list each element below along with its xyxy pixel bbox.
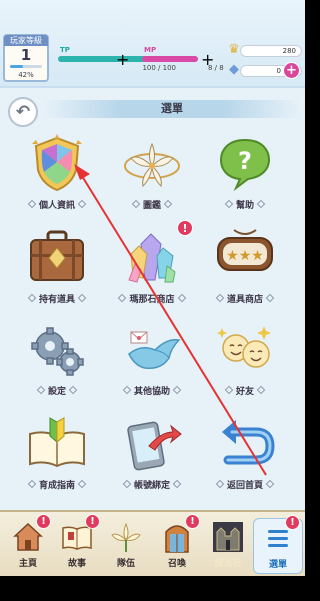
menu-item-help[interactable]: ? 幫助 (200, 132, 290, 224)
coin-value: 280 (240, 45, 302, 57)
crystals-icon (128, 233, 176, 283)
lily-icon (111, 522, 141, 552)
menu-item-account-link[interactable]: 帳號綁定 (107, 412, 197, 504)
notification-badge: ! (85, 514, 100, 529)
notification-badge: ! (285, 515, 300, 530)
notification-badge: ! (185, 514, 200, 529)
phone-link-icon (127, 421, 182, 471)
menu-item-manastone-shop[interactable]: 瑪那石商店 ! (107, 220, 197, 318)
nav-home[interactable]: 主頁 ! (3, 514, 53, 574)
mp-fill (142, 56, 198, 62)
menu-item-settings[interactable]: 設定 (12, 318, 102, 410)
nav-label: 召喚 (167, 559, 186, 569)
castle-icon (213, 522, 243, 552)
back-button[interactable]: ↶ (8, 97, 38, 127)
nav-label: 隊伍 (116, 559, 135, 569)
menu-item-friends[interactable]: 好友 (200, 318, 290, 410)
level-progress-bar (10, 65, 42, 68)
nav-label: 選單 (268, 560, 287, 570)
tp-add-button[interactable]: + (116, 50, 129, 69)
menu-item-label: 設定 (12, 384, 102, 397)
gem-add-button[interactable]: + (283, 62, 300, 79)
menu-item-label: 其他協助 (107, 384, 197, 397)
gears-icon (31, 327, 84, 376)
menu-item-training-guide[interactable]: 育成指南 (12, 412, 102, 504)
level-caption: 玩家等級 (4, 35, 48, 46)
menu-item-return-home[interactable]: 返回首頁 (200, 412, 290, 504)
svg-text:★★★: ★★★ (226, 248, 264, 264)
panel-title: 選單 (44, 100, 300, 118)
coin-counter[interactable]: ♛ 280 (226, 42, 302, 59)
menu-item-label: 瑪那石商店 (107, 292, 197, 305)
menu-item-other-help[interactable]: 其他協助 (107, 318, 197, 410)
menu-item-label: 帳號綁定 (107, 478, 197, 491)
smiley-faces-icon (217, 326, 271, 368)
suitcase-icon (30, 230, 84, 281)
menu-item-gallery[interactable]: 圖鑑 (107, 132, 197, 224)
menu-item-label: 個人資訊 (12, 198, 102, 211)
menu-item-label: 圖鑑 (107, 198, 197, 211)
menu-item-label: 持有道具 (12, 292, 102, 305)
menu-item-label: 好友 (200, 384, 290, 397)
mp-track (142, 56, 198, 62)
mp-add-button[interactable]: + (201, 50, 214, 69)
level-progress-fill (10, 65, 24, 68)
lily-emblem-icon (124, 142, 180, 188)
player-level-badge[interactable]: 玩家等級 1 42% (3, 34, 49, 82)
nav-label: 故事 (67, 559, 86, 569)
menu-panel: ↶ 選單 個人資訊 圖鑑 ? 幫助 持有道具 瑪那石商店 ! ★★★ 道具商店 … (0, 86, 305, 510)
nav-party[interactable]: 隊伍 (101, 518, 151, 574)
nav-label: 魔法石 (214, 559, 242, 569)
question-bubble-icon: ? (219, 138, 271, 192)
bottom-navigation: 主頁 ! 故事 ! 隊伍 召喚 ! 魔法石 選單 ! (0, 510, 305, 576)
nav-magic-stone[interactable]: 魔法石 (203, 518, 253, 574)
bird-letter-icon (128, 331, 181, 370)
menu-item-label: 幫助 (200, 198, 290, 211)
player-level: 1 (20, 46, 32, 64)
guide-book-icon (29, 417, 85, 468)
shield-icon (32, 134, 82, 192)
nav-summon[interactable]: 召喚 ! (152, 514, 202, 574)
menu-item-inventory[interactable]: 持有道具 (12, 226, 102, 318)
status-bar: 玩家等級 1 42% TP 100 / 100 + MP 8 / 8 + ♛ 2… (0, 0, 305, 86)
level-progress-text: 42% (18, 71, 34, 79)
nav-story[interactable]: 故事 ! (52, 514, 102, 574)
mp-label: MP (144, 46, 157, 54)
return-arrow-icon (222, 420, 275, 465)
menu-item-label: 道具商店 (200, 292, 290, 305)
shop-sign-icon: ★★★ (217, 229, 273, 271)
tp-label: TP (60, 46, 70, 54)
menu-item-label: 返回首頁 (200, 478, 290, 491)
svg-text:?: ? (238, 147, 252, 175)
nav-label: 主頁 (18, 559, 37, 569)
menu-item-label: 育成指南 (12, 478, 102, 491)
notification-badge: ! (36, 514, 51, 529)
notification-badge: ! (177, 220, 193, 236)
menu-item-profile[interactable]: 個人資訊 (12, 132, 102, 224)
screen-border (0, 576, 305, 601)
nav-menu[interactable]: 選單 ! (253, 515, 303, 574)
menu-item-item-shop[interactable]: ★★★ 道具商店 (200, 226, 290, 318)
